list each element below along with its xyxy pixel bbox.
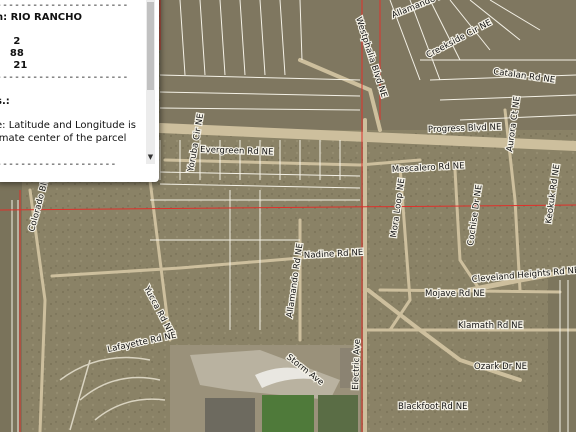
popup-divider: ---------------------- [0,0,129,11]
popup-content: ---------------------- n: RIO RANCHO 2 8… [0,0,146,182]
scroll-down-arrow-icon[interactable]: ▼ [146,152,155,162]
popup-scrollbar[interactable]: ▼ [146,0,155,164]
popup-note-line: imate center of the parcel [0,133,127,144]
road-label: Ozark Dr NE [474,362,527,372]
popup-divider: ---------------------- [0,72,129,83]
popup-value-line: 2 [13,36,21,47]
popup-value-line: 88 [9,48,24,59]
scrollbar-thumb[interactable] [147,2,154,90]
popup-section-label: s.: [0,96,10,107]
road-label: Electric Ave [351,339,363,390]
parcel-info-popup[interactable]: ---------------------- n: RIO RANCHO 2 8… [0,0,159,182]
road-label: Klamath Rd NE [458,321,523,331]
popup-divider: -------------------- [0,159,117,170]
school-campus [170,345,360,432]
road-label: Blackfoot Rd NE [398,402,468,412]
road-label: Mojave Rd NE [425,289,485,299]
popup-value-line: 21 [13,60,28,71]
popup-city-line: n: RIO RANCHO [0,12,83,23]
popup-note-line: e: Latitude and Longitude is [0,120,136,131]
